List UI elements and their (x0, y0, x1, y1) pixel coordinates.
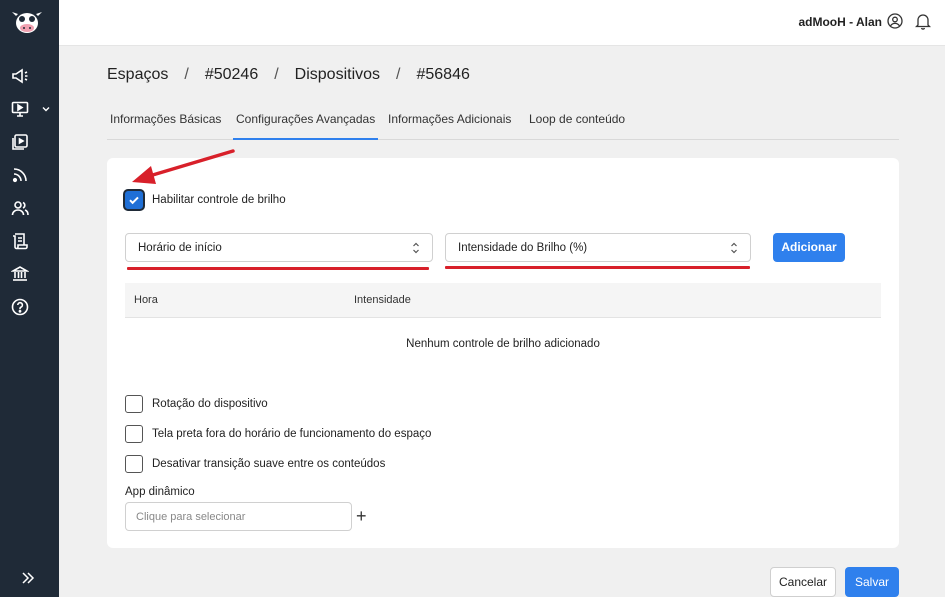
breadcrumb-item: #56846 (416, 66, 470, 83)
tab-additional-info[interactable]: Informações Adicionais (385, 112, 514, 140)
expand-icon[interactable] (20, 570, 36, 586)
breadcrumb: Espaços / #50246 / Dispositivos / #56846 (107, 66, 470, 84)
breadcrumb-separator: / (184, 66, 189, 83)
breadcrumb-item[interactable]: Dispositivos (295, 66, 380, 84)
rotation-label: Rotação do dispositivo (152, 398, 268, 410)
breadcrumb-item[interactable]: Espaços (107, 66, 168, 84)
updown-chevron-icon (413, 242, 419, 254)
tab-bar: Informações Básicas Configurações Avança… (107, 104, 899, 140)
disable-transition-label: Desativar transição suave entre os conte… (152, 458, 386, 470)
tab-content-loop[interactable]: Loop de conteúdo (526, 112, 628, 140)
bank-icon[interactable] (10, 264, 30, 284)
dynamic-app-placeholder: Clique para selecionar (136, 511, 246, 523)
dynamic-app-label: App dinâmico (125, 486, 195, 498)
updown-chevron-icon (731, 242, 737, 254)
column-hour: Hora (134, 294, 158, 306)
annotation-underline (445, 266, 750, 269)
sidebar (0, 0, 59, 597)
add-dynamic-app-button[interactable]: + (356, 507, 367, 525)
cow-logo[interactable] (11, 8, 43, 36)
black-screen-checkbox[interactable] (125, 425, 143, 443)
screen-play-icon[interactable] (10, 99, 30, 119)
brightness-table-header: Hora Intensidade (125, 283, 881, 318)
brightness-intensity-value: Intensidade do Brilho (%) (458, 242, 588, 254)
start-time-value: Horário de início (138, 242, 222, 254)
empty-table-message: Nenhum controle de brilho adicionado (406, 338, 600, 350)
playlist-icon[interactable] (10, 132, 30, 152)
start-time-select[interactable]: Horário de início (125, 233, 433, 262)
user-name[interactable]: adMooH - Alan (798, 15, 882, 29)
megaphone-icon[interactable] (10, 66, 30, 86)
help-icon[interactable] (10, 297, 30, 317)
annotation-arrow (132, 149, 235, 184)
brightness-intensity-select[interactable]: Intensidade do Brilho (%) (445, 233, 751, 262)
dynamic-app-input[interactable]: Clique para selecionar (125, 502, 352, 531)
black-screen-label: Tela preta fora do horário de funcioname… (152, 428, 432, 440)
settings-card: Habilitar controle de brilho Horário de … (107, 158, 899, 548)
tab-basic-info[interactable]: Informações Básicas (107, 112, 224, 140)
rss-icon[interactable] (10, 165, 30, 185)
rotation-checkbox[interactable] (125, 395, 143, 413)
chevron-down-icon[interactable] (41, 104, 51, 114)
brightness-checkbox[interactable] (125, 191, 143, 209)
breadcrumb-item[interactable]: #50246 (205, 66, 258, 84)
disable-transition-checkbox[interactable] (125, 455, 143, 473)
top-bar: adMooH - Alan (59, 0, 945, 46)
brightness-label: Habilitar controle de brilho (152, 194, 286, 206)
receipt-icon[interactable] (10, 231, 30, 251)
user-circle-icon[interactable] (887, 13, 903, 29)
add-brightness-button[interactable]: Adicionar (773, 233, 845, 262)
cancel-button[interactable]: Cancelar (770, 567, 836, 597)
tab-advanced-settings[interactable]: Configurações Avançadas (233, 112, 379, 140)
breadcrumb-separator: / (396, 66, 401, 83)
bell-icon[interactable] (915, 12, 931, 30)
column-intensity: Intensidade (354, 294, 411, 306)
breadcrumb-separator: / (274, 66, 279, 83)
users-icon[interactable] (10, 198, 30, 218)
annotation-underline (127, 267, 429, 270)
save-button[interactable]: Salvar (845, 567, 899, 597)
